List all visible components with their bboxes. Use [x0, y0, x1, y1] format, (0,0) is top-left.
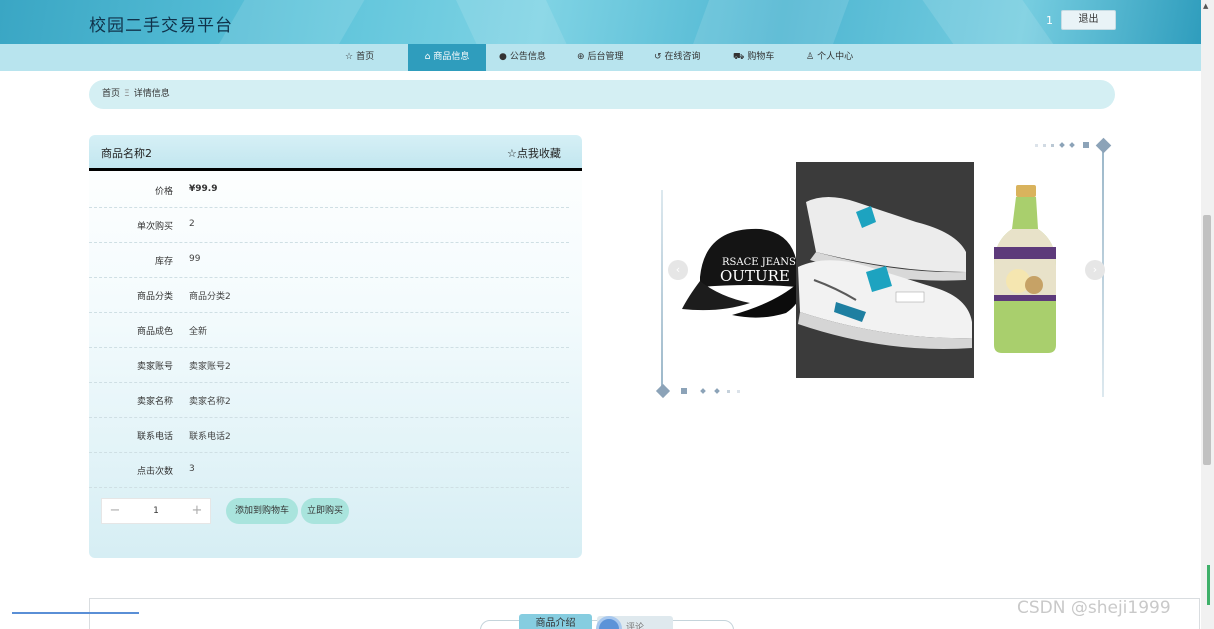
- panel-header: 商品名称2 ☆点我收藏: [89, 135, 582, 168]
- site-header: 校园二手交易平台 1 退出: [0, 0, 1201, 44]
- square-icon: [737, 390, 740, 393]
- nav-item-admin[interactable]: ⊕ 后台管理: [577, 44, 624, 71]
- square-icon: [681, 388, 687, 394]
- detail-row-condition: 商品成色 全新: [89, 313, 569, 348]
- nav-item-home[interactable]: ☆ 首页: [345, 44, 374, 71]
- product-detail-panel: 商品名称2 ☆点我收藏 价格 ¥99.9 单次购买 2 库存 99 商品分类 商…: [89, 135, 582, 558]
- admin-icon: ⊕: [577, 52, 585, 62]
- row-label: 单次购买: [136, 222, 173, 232]
- row-value: 商品分类2: [189, 292, 231, 302]
- detail-row-stock: 库存 99: [89, 243, 569, 278]
- nav-item-label: 在线咨询: [664, 52, 701, 62]
- breadcrumb-home[interactable]: 首页: [102, 89, 120, 99]
- diamond-icon: [700, 388, 706, 394]
- nav-item-label: 后台管理: [587, 52, 624, 62]
- tab-comments-label: 评论: [626, 623, 645, 629]
- panel-divider: [89, 168, 582, 171]
- square-icon: [1051, 144, 1054, 147]
- row-value: 2: [189, 219, 195, 229]
- carousel-prev-button[interactable]: ‹: [668, 260, 688, 280]
- info-icon: ●: [499, 52, 507, 62]
- detail-row-price: 价格 ¥99.9: [89, 173, 569, 208]
- decrement-button[interactable]: −: [102, 499, 128, 523]
- nav-item-consult[interactable]: ↺ 在线咨询: [654, 44, 701, 71]
- row-label: 联系电话: [136, 432, 173, 442]
- progress-indicator: [12, 612, 139, 614]
- nav-item-label: 公告信息: [509, 52, 546, 62]
- breadcrumb-current: 详情信息: [133, 89, 170, 99]
- nav-item-label: 商品信息: [433, 52, 470, 62]
- breadcrumb: 首页 Ξ 详情信息: [89, 80, 1115, 109]
- nav-item-label: 购物车: [747, 52, 775, 62]
- nav-item-cart[interactable]: ⛟ 购物车: [733, 44, 774, 71]
- chat-icon: ↺: [654, 52, 662, 62]
- user-icon: ♙: [806, 52, 815, 62]
- row-label: 商品分类: [136, 292, 173, 302]
- row-label: 价格: [154, 187, 173, 197]
- diamond-icon: [655, 383, 671, 399]
- logout-button[interactable]: 退出: [1061, 10, 1116, 30]
- detail-row-seller-account: 卖家账号 卖家账号2: [89, 348, 569, 383]
- watermark: CSDN @sheji1999: [1017, 598, 1171, 618]
- site-title: 校园二手交易平台: [89, 16, 233, 36]
- square-icon: [1035, 144, 1038, 147]
- row-label: 库存: [154, 257, 173, 267]
- product-image-carousel: RSACE JEANS OUTURE ‹ ›: [655, 135, 1115, 405]
- row-label: 卖家账号: [136, 362, 173, 372]
- row-value: 卖家名称2: [189, 397, 231, 407]
- square-icon: [727, 390, 730, 393]
- nav-item-label: 个人中心: [817, 52, 854, 62]
- add-to-cart-button[interactable]: 添加到购物车: [226, 498, 298, 524]
- carousel-decor-line: [661, 190, 663, 390]
- scroll-marker: [1207, 565, 1210, 605]
- diamond-icon: [1059, 142, 1065, 148]
- diamond-icon: [1069, 142, 1075, 148]
- favorite-button[interactable]: ☆点我收藏: [507, 145, 561, 161]
- home-icon: ⌂: [424, 52, 431, 62]
- breadcrumb-separator-icon: Ξ: [124, 89, 130, 99]
- shoes-image: [796, 162, 974, 378]
- nav-item-products[interactable]: ⌂ 商品信息: [408, 44, 486, 71]
- row-value: 3: [189, 464, 195, 474]
- carousel-next-button[interactable]: ›: [1085, 260, 1105, 280]
- square-icon: [1043, 144, 1046, 147]
- row-value: 卖家账号2: [189, 362, 231, 372]
- cart-icon: ⛟: [733, 52, 745, 62]
- row-label: 点击次数: [136, 467, 173, 477]
- cap-image: RSACE JEANS OUTURE: [682, 228, 801, 318]
- diamond-icon: [1095, 137, 1112, 154]
- detail-row-seller-name: 卖家名称 卖家名称2: [89, 383, 569, 418]
- star-icon: ☆: [345, 52, 354, 62]
- row-value: ¥99.9: [189, 184, 218, 194]
- cap-logo-text-2: OUTURE: [720, 267, 790, 285]
- detail-row-category: 商品分类 商品分类2: [89, 278, 569, 313]
- product-title: 商品名称2: [101, 147, 152, 160]
- detail-row-clicks: 点击次数 3: [89, 453, 569, 488]
- diamond-icon: [714, 388, 720, 394]
- nav-item-announcements[interactable]: ● 公告信息: [499, 44, 546, 71]
- quantity-stepper: − 1 +: [101, 498, 211, 524]
- row-label: 商品成色: [136, 327, 173, 337]
- row-value: 全新: [189, 327, 208, 337]
- main-nav: ☆ 首页 ⌂ 商品信息 ● 公告信息 ⊕ 后台管理 ↺ 在线咨询 ⛟ 购物车 ♙ 个人中心: [0, 44, 1201, 71]
- square-icon: [1083, 142, 1089, 148]
- quantity-input[interactable]: 1: [128, 499, 184, 523]
- scrollbar-thumb[interactable]: [1203, 215, 1211, 465]
- row-value: 联系电话2: [189, 432, 231, 442]
- detail-row-phone: 联系电话 联系电话2: [89, 418, 569, 453]
- increment-button[interactable]: +: [184, 499, 210, 523]
- nav-item-label: 首页: [356, 52, 375, 62]
- user-name[interactable]: 1: [1046, 14, 1053, 27]
- app-root: 校园二手交易平台 1 退出 ☆ 首页 ⌂ 商品信息 ● 公告信息 ⊕ 后台管理 ↺ 在线咨…: [0, 0, 1214, 629]
- scroll-up-arrow-icon[interactable]: ▲: [1203, 2, 1208, 10]
- tab-product-intro[interactable]: 商品介绍: [519, 614, 592, 629]
- detail-row-single-purchase: 单次购买 2: [89, 208, 569, 243]
- buy-now-button[interactable]: 立即购买: [301, 498, 349, 524]
- row-value: 99: [189, 254, 201, 264]
- drink-bottle-image: [994, 185, 1056, 353]
- nav-item-profile[interactable]: ♙ 个人中心: [806, 44, 853, 71]
- row-label: 卖家名称: [136, 397, 173, 407]
